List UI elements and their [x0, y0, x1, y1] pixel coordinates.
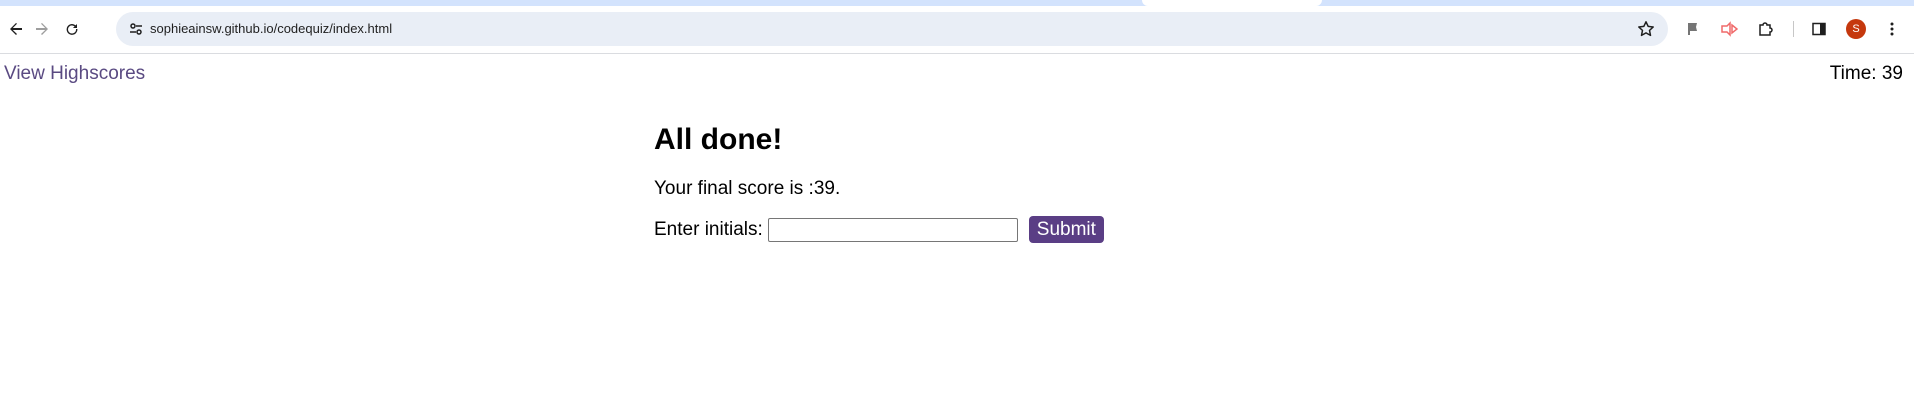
- page-content: View Highscores Time: 39 All done! Your …: [0, 54, 1914, 400]
- reload-button[interactable]: [56, 11, 88, 47]
- timer-label: Time:: [1829, 63, 1882, 84]
- toolbar-separator: [1793, 21, 1794, 37]
- side-panel-button[interactable]: [1803, 13, 1835, 45]
- back-arrow-icon: [10, 23, 22, 35]
- reload-icon: [66, 24, 78, 35]
- puzzle-icon: [1759, 22, 1773, 36]
- flag-extension-icon: [1688, 23, 1697, 35]
- timer: Time: 39: [1830, 63, 1903, 85]
- active-tab[interactable]: [1142, 0, 1322, 6]
- bookmark-button[interactable]: [1632, 15, 1660, 43]
- final-score-text: Your final score is :39.: [654, 178, 841, 199]
- address-bar[interactable]: sophieainsw.github.io/codequiz/index.htm…: [116, 12, 1668, 46]
- site-info-button[interactable]: [122, 15, 150, 43]
- url-text[interactable]: sophieainsw.github.io/codequiz/index.htm…: [150, 12, 392, 46]
- initials-label: Enter initials:: [654, 218, 763, 240]
- video-extension-button[interactable]: [1713, 13, 1745, 45]
- flag-extension-button[interactable]: [1677, 13, 1709, 45]
- initials-form: Enter initials: Submit: [654, 216, 1104, 243]
- quiz-title: All done!: [654, 123, 783, 156]
- quiz-end-panel: All done! Your final score is :39. Enter…: [654, 120, 1104, 243]
- tune-icon: [130, 23, 142, 35]
- tab-strip: [0, 0, 1914, 6]
- side-panel-icon: [1812, 22, 1826, 36]
- profile-avatar[interactable]: S: [1846, 19, 1866, 39]
- timer-value: 39: [1881, 63, 1903, 84]
- extensions-button[interactable]: [1750, 13, 1782, 45]
- browser-toolbar: sophieainsw.github.io/codequiz/index.htm…: [0, 11, 1914, 47]
- video-extension-icon: [1721, 21, 1738, 37]
- kebab-menu-icon: [1890, 22, 1894, 36]
- browser-chrome: sophieainsw.github.io/codequiz/index.htm…: [0, 0, 1914, 54]
- star-icon: [1638, 21, 1654, 37]
- initials-input[interactable]: [767, 217, 1018, 242]
- browser-menu-button[interactable]: [1876, 13, 1908, 45]
- forward-arrow-icon: [36, 23, 48, 35]
- forward-button[interactable]: [26, 11, 58, 47]
- submit-button[interactable]: Submit: [1028, 216, 1104, 243]
- view-highscores-link[interactable]: View Highscores: [4, 63, 145, 85]
